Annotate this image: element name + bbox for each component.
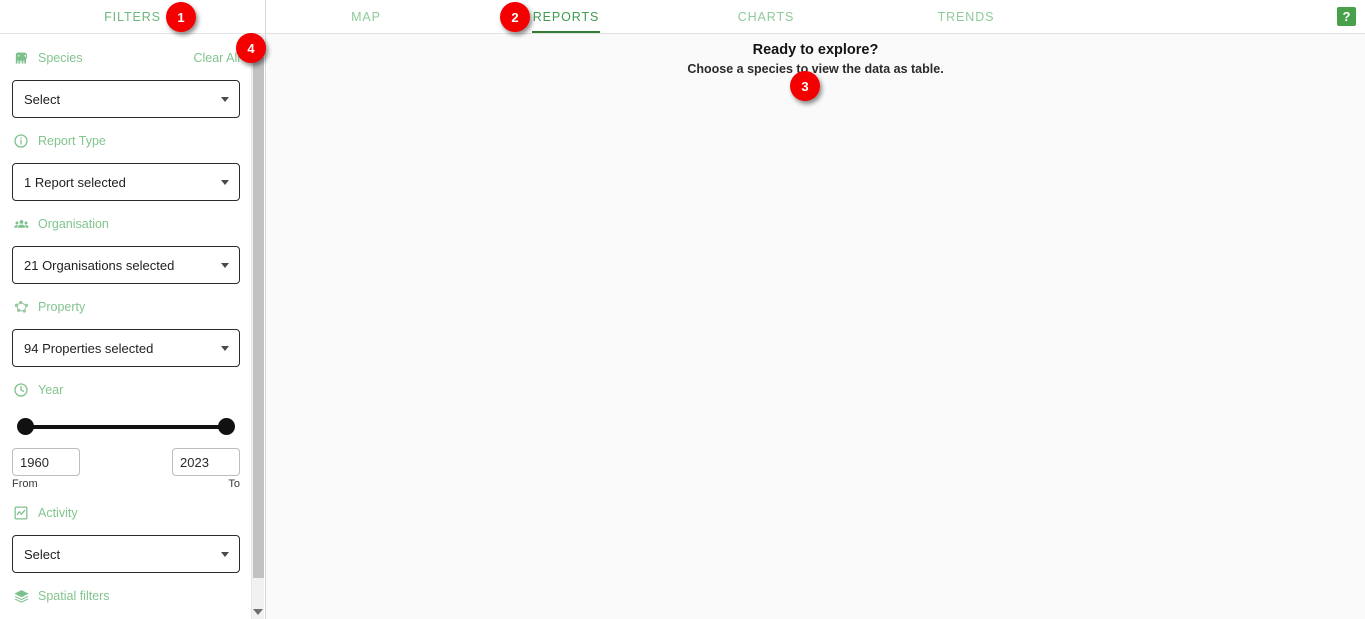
property-select[interactable]: 94 Properties selected xyxy=(12,329,240,367)
spatial-filters-header: Spatial filters xyxy=(12,583,240,609)
property-header: Property xyxy=(12,294,240,320)
sidebar-scrollbar[interactable] xyxy=(251,35,264,619)
activity-select[interactable]: Select xyxy=(12,535,240,573)
year-slider-track[interactable] xyxy=(26,425,226,429)
annotation-badge-3: 3 xyxy=(790,71,820,101)
tab-trends[interactable]: TRENDS xyxy=(866,0,1066,33)
organisation-label: Organisation xyxy=(38,217,109,231)
species-label: Species xyxy=(38,51,83,65)
species-header: Species Clear All xyxy=(12,45,240,71)
chevron-down-icon xyxy=(221,180,229,185)
filters-title: FILTERS xyxy=(104,9,161,24)
empty-state-title: Ready to explore? xyxy=(752,42,879,58)
chevron-down-icon xyxy=(221,346,229,351)
tab-reports[interactable]: REPORTS xyxy=(466,0,666,33)
species-select-value: Select xyxy=(24,91,61,107)
report-type-select[interactable]: 1 Report selected xyxy=(12,163,240,201)
year-slider-handle-min[interactable] xyxy=(17,418,34,435)
report-type-select-value: 1 Report selected xyxy=(24,174,126,190)
scroll-down-arrow-icon[interactable] xyxy=(253,609,263,615)
annotation-badge-1: 1 xyxy=(166,2,196,32)
filters-sidebar: FILTERS Species Clear All Select Report … xyxy=(0,0,266,619)
info-circle-icon xyxy=(12,132,30,150)
year-to-label: To xyxy=(228,478,240,490)
reports-content-area: Ready to explore? Choose a species to vi… xyxy=(266,34,1365,619)
report-type-header: Report Type xyxy=(12,128,240,154)
year-input-labels: From To xyxy=(12,478,240,490)
filter-group-spatial-filters: Spatial filters Critical Biodiversity Ar… xyxy=(0,583,252,619)
sidebar-header: FILTERS xyxy=(0,0,265,34)
year-range-slider[interactable] xyxy=(12,415,240,439)
property-label: Property xyxy=(38,300,86,314)
chevron-down-icon xyxy=(221,263,229,268)
year-from-input[interactable] xyxy=(12,448,80,476)
filters-list: Species Clear All Select Report Type 1 R… xyxy=(0,35,252,619)
layers-icon xyxy=(12,587,30,605)
year-from-label: From xyxy=(12,478,38,490)
help-icon[interactable]: ? xyxy=(1337,7,1356,26)
filter-group-activity: Activity Select xyxy=(0,500,252,573)
people-group-icon xyxy=(12,215,30,233)
tab-bar: MAP REPORTS CHARTS TRENDS ? xyxy=(266,0,1365,34)
filter-group-year: Year From To xyxy=(0,377,252,490)
species-select[interactable]: Select xyxy=(12,80,240,118)
app-root: FILTERS Species Clear All Select Report … xyxy=(0,0,1365,619)
organisation-select[interactable]: 21 Organisations selected xyxy=(12,246,240,284)
annotation-badge-2: 2 xyxy=(500,2,530,32)
year-slider-handle-max[interactable] xyxy=(218,418,235,435)
elephant-icon xyxy=(12,49,30,67)
year-inputs xyxy=(12,448,240,476)
filter-group-report-type: Report Type 1 Report selected xyxy=(0,128,252,201)
clock-icon xyxy=(12,381,30,399)
year-to-input[interactable] xyxy=(172,448,240,476)
year-label: Year xyxy=(38,383,64,397)
activity-header: Activity xyxy=(12,500,240,526)
year-header: Year xyxy=(12,377,240,403)
annotation-badge-4: 4 xyxy=(236,33,266,63)
empty-state: Ready to explore? Choose a species to vi… xyxy=(266,42,1365,76)
clear-all-link[interactable]: Clear All xyxy=(193,51,240,65)
activity-select-value: Select xyxy=(24,546,61,562)
organisation-header: Organisation xyxy=(12,211,240,237)
spatial-filters-label: Spatial filters xyxy=(38,589,110,603)
activity-label: Activity xyxy=(38,506,78,520)
filter-group-property: Property 94 Properties selected xyxy=(0,294,252,367)
activity-chart-icon xyxy=(12,504,30,522)
tab-charts[interactable]: CHARTS xyxy=(666,0,866,33)
empty-state-subtitle: Choose a species to view the data as tab… xyxy=(687,62,944,76)
sidebar-scrollbar-thumb[interactable] xyxy=(253,57,264,578)
chevron-down-icon xyxy=(221,97,229,102)
polygon-nodes-icon xyxy=(12,298,30,316)
tab-map[interactable]: MAP xyxy=(266,0,466,33)
chevron-down-icon xyxy=(221,552,229,557)
filter-group-species: Species Clear All Select xyxy=(0,45,252,118)
organisation-select-value: 21 Organisations selected xyxy=(24,257,175,273)
report-type-label: Report Type xyxy=(38,134,106,148)
property-select-value: 94 Properties selected xyxy=(24,340,154,356)
filter-group-organisation: Organisation 21 Organisations selected xyxy=(0,211,252,284)
